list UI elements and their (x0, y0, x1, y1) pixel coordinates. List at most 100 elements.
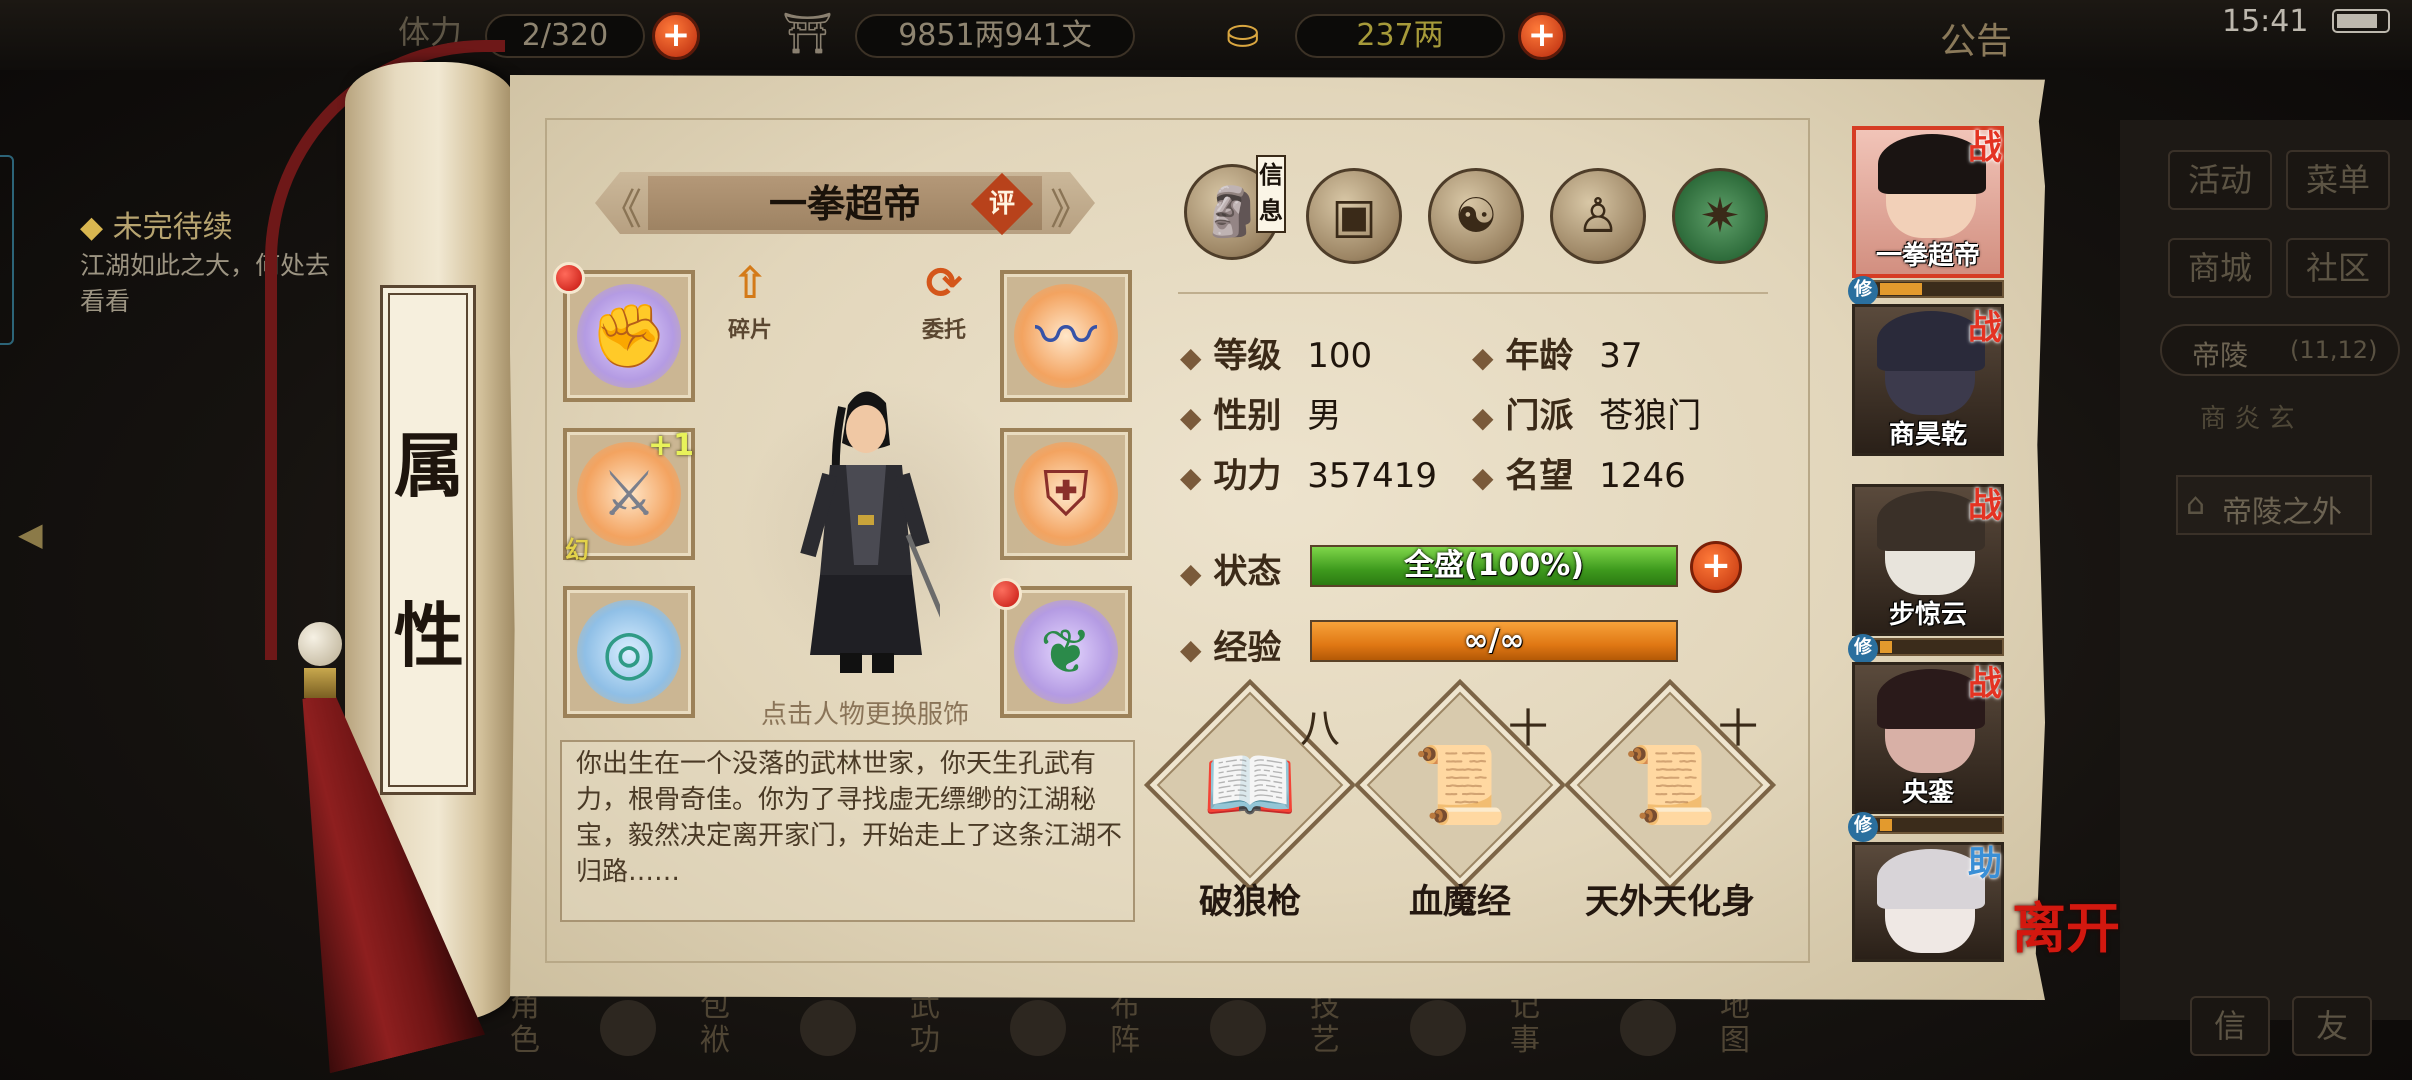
status-bar-text: 全盛(100%) (1403, 548, 1585, 583)
stamina-add-button[interactable]: + (652, 12, 700, 60)
party-member-4-battle-tag: 战 (1968, 664, 2002, 704)
menu-button[interactable]: 菜单 (2286, 150, 2390, 210)
stat-status-label: ◆ 状态 (1180, 544, 1281, 593)
notice-button[interactable]: 公告 (1940, 12, 2012, 64)
friends-button[interactable]: 友 (2292, 996, 2372, 1056)
top-resource-bar (0, 0, 2412, 70)
jade-disc-icon[interactable]: ✷ (1672, 168, 1768, 264)
fragment-button[interactable]: ⇧ 碎片 (718, 256, 782, 346)
skill-2-name: 血魔经 (1409, 882, 1511, 922)
stat-level-value: 100 (1307, 336, 1373, 376)
nav-skills[interactable]: 技艺 (1210, 990, 1340, 1070)
quest-diamond-icon: ◆ (80, 210, 104, 245)
stat-sect-value: 苍狼门 (1599, 396, 1702, 436)
stat-power-label: 功力 (1213, 456, 1282, 496)
gold-add-button[interactable]: + (1518, 12, 1566, 60)
cultivation-badge: 修 (1848, 634, 1878, 664)
evaluate-label: 评 (988, 189, 1015, 219)
collapse-arrow-icon[interactable]: ◀ (18, 515, 50, 561)
stamina-value: 2/320 (485, 14, 645, 58)
stat-diamond-icon: ◆ (1472, 401, 1494, 434)
bagua-icon (1010, 1000, 1066, 1056)
party-member-2-name: 商昊乾 (1888, 420, 1967, 450)
exp-bar: ∞/∞ (1310, 620, 1678, 662)
meridian-body-icon[interactable]: ♙ (1550, 168, 1646, 264)
equip-slot-gauntlet[interactable]: ✊ (563, 270, 695, 402)
community-button[interactable]: 社区 (2286, 238, 2390, 298)
stat-age: ◆ 年龄 37 (1472, 328, 1643, 377)
martial-book-icon (800, 1000, 856, 1056)
jade-bead (298, 622, 342, 666)
leave-button[interactable]: 离开 (2012, 900, 2122, 1010)
weapon-phantom-label: 幻 (565, 536, 589, 564)
nav-bag[interactable]: 包袱 (600, 990, 730, 1070)
nav-map[interactable]: 地图 (1620, 990, 1750, 1070)
bagua-compass-icon[interactable]: ☯ (1428, 168, 1524, 264)
nav-martial[interactable]: 武功 (800, 990, 940, 1070)
info-tab-label: 信息 (1256, 155, 1286, 233)
party-member-1-battle-tag: 战 (1968, 128, 2002, 168)
scroll-title-char-2: 性 (394, 594, 464, 677)
equip-slot-ring[interactable]: ◎ (563, 586, 695, 718)
exit-area-button[interactable]: ⌂ 帝陵之外 (2176, 475, 2372, 535)
stat-sect-label: 门派 (1505, 396, 1574, 436)
party-member-3-cultivation-bar: 修 (1848, 634, 2004, 664)
gold-ingot-icon: ⛀ (1226, 11, 1260, 57)
equip-slot-headband[interactable]: 〰 (1000, 270, 1132, 402)
plate-left-ornament-icon: 《 (600, 185, 643, 234)
exit-area-label: 帝陵之外 (2222, 495, 2342, 530)
nav-journal[interactable]: 记事 (1410, 990, 1540, 1070)
skill-1-name: 破狼枪 (1199, 882, 1301, 922)
mail-button[interactable]: 信 (2190, 996, 2270, 1056)
location-row[interactable]: 帝陵 (11,12) (2160, 324, 2400, 376)
entrust-cycle-icon: ⟳ (925, 258, 963, 309)
skill-3-mark: 十 (1718, 706, 1758, 752)
character-figure-art (800, 391, 953, 673)
cultivation-badge: 修 (1848, 812, 1878, 842)
nav-martial-label: 武功 (910, 989, 940, 1058)
stat-exp-label-text: 经验 (1213, 628, 1282, 668)
nav-skills-label: 技艺 (1310, 989, 1340, 1058)
fragment-arrow-icon: ⇧ (731, 258, 769, 309)
scroll-title-char-1: 属 (394, 424, 464, 507)
location-coords: (11,12) (2290, 336, 2378, 364)
biography-text: 你出生在一个没落的武林世家，你天生孔武有力，根骨奇佳。你为了寻找虚无缥缈的江湖秘… (576, 749, 1123, 887)
header-separator (1178, 292, 1768, 294)
stat-gender-value: 男 (1307, 396, 1342, 436)
gauntlet-icon: ✊ (590, 299, 668, 372)
mall-button[interactable]: 商城 (2168, 238, 2272, 298)
party-member-3-battle-tag: 战 (1968, 486, 2002, 526)
stat-exp-label: ◆ 经验 (1180, 620, 1281, 669)
stat-gender: ◆ 性别 男 (1180, 388, 1341, 437)
stat-diamond-icon: ◆ (1472, 341, 1494, 374)
nav-formation-label: 布阵 (1110, 989, 1140, 1058)
entrust-button[interactable]: ⟳ 委托 (912, 256, 976, 346)
nav-journal-label: 记事 (1510, 989, 1540, 1058)
nav-bag-label: 包袱 (700, 989, 730, 1058)
cultivation-fill (1880, 283, 1922, 295)
battery-icon (2332, 9, 2390, 33)
stat-diamond-icon: ◆ (1180, 557, 1202, 590)
cultivation-badge: 修 (1848, 276, 1878, 306)
character-figure[interactable] (790, 385, 953, 685)
tassel-cap (304, 668, 336, 698)
nav-formation[interactable]: 布阵 (1010, 990, 1140, 1070)
skill-2-mark: 十 (1508, 706, 1548, 752)
skill-3-name: 天外天化身 (1585, 882, 1755, 922)
party-member-5-assist-tag: 助 (1968, 844, 2002, 884)
journal-icon (1410, 1000, 1466, 1056)
map-icon (1620, 1000, 1676, 1056)
character-name: 一拳超帝 (768, 182, 921, 226)
stat-fame-label: 名望 (1505, 456, 1574, 496)
stat-diamond-icon: ◆ (1472, 461, 1494, 494)
activity-button[interactable]: 活动 (2168, 150, 2272, 210)
status-restore-button[interactable]: + (1690, 541, 1742, 593)
party-member-3-name: 步惊云 (1888, 600, 1967, 630)
quest-title[interactable]: ◆ 未完待续 (80, 202, 233, 246)
headband-icon: 〰 (1034, 299, 1097, 372)
stat-diamond-icon: ◆ (1180, 401, 1202, 434)
stat-diamond-icon: ◆ (1180, 341, 1202, 374)
inventory-box-icon[interactable]: ▣ (1306, 168, 1402, 264)
nav-role-label: 角色 (510, 989, 540, 1058)
silver-ingot-icon: ⛩ (782, 11, 833, 57)
